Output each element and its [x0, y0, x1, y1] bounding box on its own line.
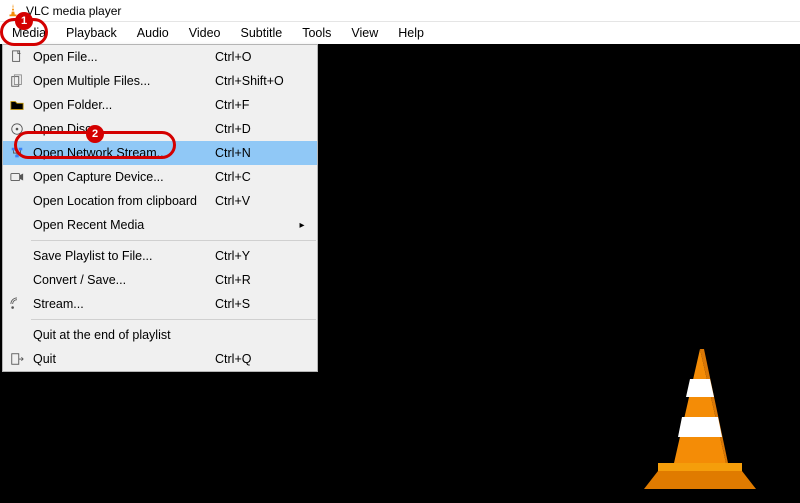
- menu-separator: [31, 319, 316, 320]
- menu-video[interactable]: Video: [179, 24, 231, 42]
- menu-item-label: Open Capture Device...: [31, 170, 215, 184]
- vlc-cone-icon: [6, 4, 20, 18]
- capture-icon: [3, 170, 31, 184]
- menu-view-label: View: [351, 26, 378, 40]
- menu-item-label: Open Disc...: [31, 122, 215, 136]
- menu-item-label: Open File...: [31, 50, 215, 64]
- menu-item-open-multiple-files[interactable]: Open Multiple Files...Ctrl+Shift+O: [3, 69, 317, 93]
- menu-item-label: Stream...: [31, 297, 215, 311]
- menu-item-shortcut: Ctrl+Shift+O: [215, 74, 295, 88]
- menu-help-label: Help: [398, 26, 424, 40]
- menu-item-open-disc[interactable]: Open Disc...Ctrl+D: [3, 117, 317, 141]
- network-icon: [3, 146, 31, 160]
- menu-media[interactable]: Media: [2, 24, 56, 42]
- menu-item-shortcut: Ctrl+R: [215, 273, 295, 287]
- stream-icon: [3, 297, 31, 311]
- menu-item-open-recent-media[interactable]: Open Recent Media ▸: [3, 213, 317, 237]
- quit-icon: [3, 352, 31, 366]
- menu-tools[interactable]: Tools: [292, 24, 341, 42]
- menu-item-convert-save[interactable]: Convert / Save...Ctrl+R: [3, 268, 317, 292]
- title-bar: VLC media player: [0, 0, 800, 22]
- disc-icon: [3, 122, 31, 136]
- window-title: VLC media player: [26, 4, 121, 18]
- menu-item-shortcut: Ctrl+F: [215, 98, 295, 112]
- menu-item-label: Quit: [31, 352, 215, 366]
- menu-item-save-playlist-to-file[interactable]: Save Playlist to File...Ctrl+Y: [3, 244, 317, 268]
- media-menu-dropdown: Open File...Ctrl+OOpen Multiple Files...…: [2, 44, 318, 372]
- menu-item-shortcut: Ctrl+S: [215, 297, 295, 311]
- submenu-arrow-icon: ▸: [295, 220, 309, 231]
- menu-item-label: Quit at the end of playlist: [31, 328, 215, 342]
- menu-item-quit[interactable]: QuitCtrl+Q: [3, 347, 317, 371]
- menu-item-shortcut: Ctrl+N: [215, 146, 295, 160]
- menu-item-label: Open Folder...: [31, 98, 215, 112]
- menu-view[interactable]: View: [341, 24, 388, 42]
- app-window: VLC media player Media Playback Audio Vi…: [0, 0, 800, 503]
- menu-item-open-capture-device[interactable]: Open Capture Device...Ctrl+C: [3, 165, 317, 189]
- menu-help[interactable]: Help: [388, 24, 434, 42]
- menu-item-label: Open Location from clipboard: [31, 194, 215, 208]
- menu-subtitle-label: Subtitle: [241, 26, 283, 40]
- menu-item-shortcut: Ctrl+D: [215, 122, 295, 136]
- menu-bar: Media Playback Audio Video Subtitle Tool…: [0, 22, 800, 44]
- menu-audio-label: Audio: [137, 26, 169, 40]
- menu-video-label: Video: [189, 26, 221, 40]
- vlc-logo-icon: [630, 343, 770, 493]
- menu-item-label: Convert / Save...: [31, 273, 215, 287]
- menu-item-open-file[interactable]: Open File...Ctrl+O: [3, 45, 317, 69]
- menu-item-quit-at-the-end-of-playlist[interactable]: Quit at the end of playlist: [3, 323, 317, 347]
- files-icon: [3, 74, 31, 88]
- menu-item-shortcut: Ctrl+O: [215, 50, 295, 64]
- folder-icon: [3, 98, 31, 112]
- menu-audio[interactable]: Audio: [127, 24, 179, 42]
- file-icon: [3, 50, 31, 64]
- menu-item-shortcut: Ctrl+C: [215, 170, 295, 184]
- menu-item-open-folder[interactable]: Open Folder...Ctrl+F: [3, 93, 317, 117]
- menu-tools-label: Tools: [302, 26, 331, 40]
- menu-subtitle[interactable]: Subtitle: [231, 24, 293, 42]
- menu-item-open-location-from-clipboard[interactable]: Open Location from clipboardCtrl+V: [3, 189, 317, 213]
- menu-item-shortcut: Ctrl+V: [215, 194, 295, 208]
- menu-item-label: Open Network Stream...: [31, 146, 215, 160]
- menu-playback[interactable]: Playback: [56, 24, 127, 42]
- menu-item-label: Open Recent Media: [31, 218, 215, 232]
- menu-separator: [31, 240, 316, 241]
- menu-item-label: Open Multiple Files...: [31, 74, 215, 88]
- menu-item-shortcut: Ctrl+Q: [215, 352, 295, 366]
- menu-media-label: Media: [12, 26, 46, 40]
- menu-item-open-network-stream[interactable]: Open Network Stream...Ctrl+N: [3, 141, 317, 165]
- menu-item-shortcut: Ctrl+Y: [215, 249, 295, 263]
- menu-item-label: Save Playlist to File...: [31, 249, 215, 263]
- menu-item-stream[interactable]: Stream...Ctrl+S: [3, 292, 317, 316]
- menu-playback-label: Playback: [66, 26, 117, 40]
